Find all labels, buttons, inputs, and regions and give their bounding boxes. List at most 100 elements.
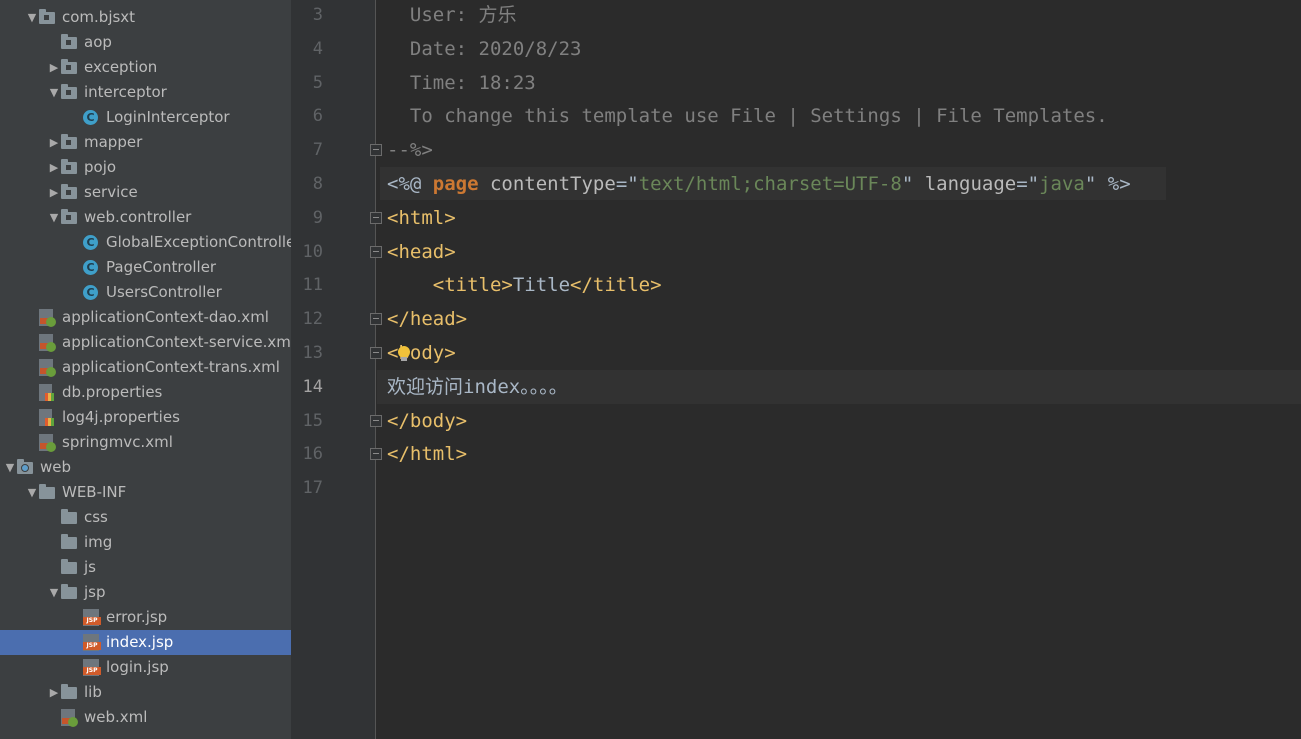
code-token: " <box>901 173 914 195</box>
expand-arrow-down-icon[interactable]: ▼ <box>47 80 61 105</box>
spring-xml-icon <box>39 359 56 377</box>
line-number: 11 <box>302 275 323 295</box>
expand-arrow-down-icon[interactable]: ▼ <box>47 205 61 230</box>
tree-item-pojo[interactable]: ▶ pojo <box>0 155 291 180</box>
expand-arrow-down-icon[interactable]: ▼ <box>25 480 39 505</box>
tree-item-js[interactable]: js <box>0 555 291 580</box>
tree-item-img[interactable]: img <box>0 530 291 555</box>
tree-item-lib[interactable]: ▶ lib <box>0 680 291 705</box>
line-number: 13 <box>302 343 323 363</box>
line-number: 4 <box>312 39 323 59</box>
expand-arrow-down-icon[interactable]: ▼ <box>47 580 61 605</box>
line-number: 6 <box>312 106 323 126</box>
line-number: 5 <box>312 73 323 93</box>
expand-arrow-right-icon[interactable]: ▶ <box>47 155 61 180</box>
fold-marker-icon[interactable] <box>370 415 382 427</box>
tree-item-web-xml[interactable]: web.xml <box>0 705 291 730</box>
code-line[interactable]: Time: 18:23 <box>387 66 536 100</box>
code-token: 欢迎访问index。。。。 <box>387 376 568 398</box>
tree-item-com-bjsxt[interactable]: ▼ com.bjsxt <box>0 5 291 30</box>
fold-marker-icon[interactable] <box>370 212 382 224</box>
tree-item-index-jsp[interactable]: JSP index.jsp <box>0 630 291 655</box>
code-line[interactable]: <head> <box>387 235 456 269</box>
tree-item-web-inf[interactable]: ▼ WEB-INF <box>0 480 291 505</box>
tree-item-logininterceptor[interactable]: C LoginInterceptor <box>0 105 291 130</box>
code-line[interactable]: 欢迎访问index。。。。 <box>387 370 568 404</box>
tree-item-label: lib <box>84 683 102 701</box>
tree-item-label: web <box>40 458 72 476</box>
tree-item-label: log4j.properties <box>62 408 180 426</box>
code-token: language <box>913 173 1017 195</box>
package-folder-icon <box>39 9 55 24</box>
fold-marker-icon[interactable] <box>370 448 382 460</box>
spring-xml-icon <box>39 334 56 352</box>
code-line[interactable]: <html> <box>387 201 456 235</box>
tree-item-label: PageController <box>106 258 217 276</box>
fold-marker-icon[interactable] <box>370 313 382 325</box>
tree-item-label: springmvc.xml <box>62 433 173 451</box>
expand-arrow-right-icon[interactable]: ▶ <box>47 180 61 205</box>
java-class-icon: C <box>83 110 98 125</box>
tree-item-label: js <box>84 558 96 576</box>
fold-marker-icon[interactable] <box>370 347 382 359</box>
line-number: 3 <box>312 5 323 25</box>
code-line[interactable]: User: 方乐 <box>387 0 517 32</box>
tree-item-applicationcontext-service-xml[interactable]: applicationContext-service.xml <box>0 330 291 355</box>
code-line[interactable]: Date: 2020/8/23 <box>387 32 582 66</box>
expand-arrow-right-icon[interactable]: ▶ <box>47 55 61 80</box>
jsp-file-icon: JSP <box>83 659 101 676</box>
tree-item-mapper[interactable]: ▶ mapper <box>0 130 291 155</box>
tree-item-interceptor[interactable]: ▼ interceptor <box>0 80 291 105</box>
tree-item-label: WEB-INF <box>62 483 127 501</box>
tree-item-jsp[interactable]: ▼ jsp <box>0 580 291 605</box>
intention-bulb-icon[interactable] <box>398 346 410 362</box>
fold-marker-icon[interactable] <box>370 246 382 258</box>
tree-item-service[interactable]: ▶ service <box>0 180 291 205</box>
line-number: 16 <box>302 444 323 464</box>
tree-item-exception[interactable]: ▶ exception <box>0 55 291 80</box>
tree-item-web-controller[interactable]: ▼ web.controller <box>0 205 291 230</box>
code-line[interactable]: <%@ page contentType="text/html;charset=… <box>387 167 1131 201</box>
tree-item-db-properties[interactable]: db.properties <box>0 380 291 405</box>
tree-item-label: jsp <box>84 583 106 601</box>
line-number: 7 <box>312 140 323 160</box>
tree-item-login-jsp[interactable]: JSP login.jsp <box>0 655 291 680</box>
code-line[interactable]: </head> <box>387 302 467 336</box>
spring-xml-icon <box>39 434 56 452</box>
expand-arrow-right-icon[interactable]: ▶ <box>47 130 61 155</box>
tree-item-globalexceptioncontrolle[interactable]: C GlobalExceptionControlle <box>0 230 291 255</box>
tree-item-aop[interactable]: aop <box>0 30 291 55</box>
project-tree[interactable]: ▼ com.bjsxt aop ▶ exception ▼ interceptor C Logi… <box>0 0 291 739</box>
code-token: Title <box>512 274 571 296</box>
tree-item-label: css <box>84 508 108 526</box>
expand-arrow-right-icon[interactable]: ▶ <box>47 680 61 705</box>
line-number: 17 <box>302 478 323 498</box>
tree-item-applicationcontext-trans-xml[interactable]: applicationContext-trans.xml <box>0 355 291 380</box>
web-xml-icon <box>61 709 78 727</box>
line-number: 9 <box>312 208 323 228</box>
tree-item-pagecontroller[interactable]: C PageController <box>0 255 291 280</box>
tree-item-label: exception <box>84 58 158 76</box>
code-line[interactable]: --%> <box>387 133 433 167</box>
tree-item-springmvc-xml[interactable]: springmvc.xml <box>0 430 291 455</box>
code-token: </html> <box>387 443 468 465</box>
tree-item-applicationcontext-dao-xml[interactable]: applicationContext-dao.xml <box>0 305 291 330</box>
folder-icon <box>61 559 77 574</box>
code-line[interactable]: <title>Title</title> <box>387 268 662 302</box>
tree-item-label: db.properties <box>62 383 163 401</box>
expand-arrow-down-icon[interactable]: ▼ <box>3 455 17 480</box>
tree-item-label: UsersController <box>106 283 222 301</box>
code-line[interactable]: To change this template use File | Setti… <box>387 99 1108 133</box>
tree-item-log4j-properties[interactable]: log4j.properties <box>0 405 291 430</box>
fold-marker-icon[interactable] <box>370 144 382 156</box>
tree-item-userscontroller[interactable]: C UsersController <box>0 280 291 305</box>
expand-arrow-down-icon[interactable]: ▼ <box>25 5 39 30</box>
code-line[interactable]: </html> <box>387 437 467 471</box>
tree-item-css[interactable]: css <box>0 505 291 530</box>
code-token: Time: 18:23 <box>387 72 536 94</box>
code-line[interactable]: </body> <box>387 404 467 438</box>
tree-item-error-jsp[interactable]: JSP error.jsp <box>0 605 291 630</box>
package-folder-icon <box>61 84 77 99</box>
tree-item-web[interactable]: ▼ web <box>0 455 291 480</box>
